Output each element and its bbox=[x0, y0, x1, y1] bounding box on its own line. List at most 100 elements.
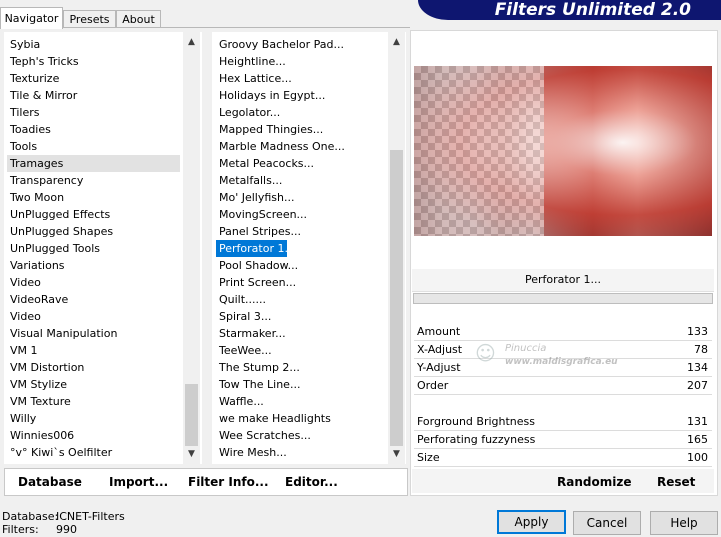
param-row[interactable]: Order 207 bbox=[414, 377, 712, 395]
scroll-up-icon[interactable]: ▲ bbox=[183, 34, 200, 51]
category-scrollbar[interactable]: ▲ ▼ bbox=[183, 32, 200, 464]
param-row[interactable]: Forground Brightness 131 bbox=[414, 413, 712, 431]
category-item[interactable]: VM Texture bbox=[7, 393, 180, 410]
category-item[interactable]: Video bbox=[7, 274, 180, 291]
filter-item[interactable]: Wee Scratches... bbox=[216, 427, 384, 444]
param-row[interactable]: X-Adjust 78 bbox=[414, 341, 712, 359]
category-item[interactable]: Visual Manipulation bbox=[7, 325, 180, 342]
filter-item[interactable]: Hex Lattice... bbox=[216, 70, 384, 87]
filter-item[interactable]: Starmaker... bbox=[216, 325, 384, 342]
category-item[interactable]: Tramages bbox=[7, 155, 180, 172]
title-banner: Filters Unlimited 2.0 bbox=[418, 0, 721, 20]
param-label: Amount bbox=[417, 325, 461, 338]
param-value[interactable]: 100 bbox=[687, 449, 708, 467]
scroll-down-icon[interactable]: ▼ bbox=[183, 446, 200, 463]
category-item[interactable]: Teph's Tricks bbox=[7, 53, 180, 70]
category-item[interactable]: Tools bbox=[7, 138, 180, 155]
category-item[interactable]: Sybia bbox=[7, 36, 180, 53]
param-value[interactable]: 207 bbox=[687, 377, 708, 395]
category-item[interactable]: Variations bbox=[7, 257, 180, 274]
param-row[interactable]: Amount 133 bbox=[414, 323, 712, 341]
scroll-down-icon[interactable]: ▼ bbox=[388, 446, 405, 463]
param-row[interactable]: Y-Adjust 134 bbox=[414, 359, 712, 377]
param-value[interactable]: 131 bbox=[687, 413, 708, 431]
apply-button[interactable]: Apply bbox=[497, 510, 566, 534]
progress-bar bbox=[413, 293, 713, 304]
randomize-button[interactable]: Randomize bbox=[557, 475, 631, 489]
filter-item[interactable]: Tow The Line... bbox=[216, 376, 384, 393]
filter-scrollbar[interactable]: ▲ ▼ bbox=[388, 32, 405, 464]
param-divider bbox=[414, 466, 712, 467]
param-row[interactable]: Perforating fuzzyness 165 bbox=[414, 431, 712, 449]
filter-item[interactable]: Heightline... bbox=[216, 53, 384, 70]
filter-list[interactable]: Groovy Bachelor Pad... Heightline... Hex L… bbox=[212, 32, 406, 464]
param-value[interactable]: 78 bbox=[694, 341, 708, 359]
status-filters-label: Filters: bbox=[2, 523, 39, 536]
category-item[interactable]: Winnies006 bbox=[7, 427, 180, 444]
param-divider bbox=[414, 394, 712, 395]
category-item[interactable]: Tile & Mirror bbox=[7, 87, 180, 104]
param-label: Size bbox=[417, 451, 440, 464]
parameter-list[interactable]: Amount 133 X-Adjust 78 Y-Adjust 134 Order 207 Fo… bbox=[414, 323, 712, 467]
filter-item[interactable]: we make Headlights bbox=[216, 410, 384, 427]
filter-item[interactable]: Mo' Jellyfish... bbox=[216, 189, 384, 206]
transparency-checker bbox=[414, 66, 544, 236]
param-row[interactable]: Size 100 bbox=[414, 449, 712, 467]
category-item[interactable]: VM Distortion bbox=[7, 359, 180, 376]
filter-item[interactable]: Print Screen... bbox=[216, 274, 384, 291]
cancel-button[interactable]: Cancel bbox=[573, 511, 641, 535]
reset-button[interactable]: Reset bbox=[657, 475, 695, 489]
category-item[interactable]: Tilers bbox=[7, 104, 180, 121]
filter-item[interactable]: The Stump 2... bbox=[216, 359, 384, 376]
tab-about[interactable]: About bbox=[116, 10, 161, 28]
help-button[interactable]: Help bbox=[650, 511, 718, 535]
category-item[interactable]: UnPlugged Tools bbox=[7, 240, 180, 257]
filter-item[interactable]: Panel Stripes... bbox=[216, 223, 384, 240]
param-value[interactable]: 133 bbox=[687, 323, 708, 341]
category-item[interactable]: VM 1 bbox=[7, 342, 180, 359]
filter-item[interactable]: Legolator... bbox=[216, 104, 384, 121]
filter-item[interactable]: Metalfalls... bbox=[216, 172, 384, 189]
filter-item[interactable]: Holidays in Egypt... bbox=[216, 87, 384, 104]
scroll-up-icon[interactable]: ▲ bbox=[388, 34, 405, 51]
category-item[interactable]: VM Stylize bbox=[7, 376, 180, 393]
filter-item[interactable]: Spiral 3... bbox=[216, 308, 384, 325]
filter-item[interactable]: Woven Rattan... bbox=[216, 461, 384, 464]
category-item[interactable]: Texturize bbox=[7, 70, 180, 87]
filter-item[interactable]: Mapped Thingies... bbox=[216, 121, 384, 138]
tab-navigator[interactable]: Navigator bbox=[0, 7, 63, 29]
filter-item[interactable]: Wire Mesh... bbox=[216, 444, 384, 461]
filter-item[interactable]: Waffle... bbox=[216, 393, 384, 410]
category-item[interactable]: Toadies bbox=[7, 121, 180, 138]
filter-scroll-thumb[interactable] bbox=[390, 150, 403, 446]
category-list[interactable]: Sybia Teph's Tricks Texturize Tile & Mirror… bbox=[4, 32, 202, 464]
param-label: Forground Brightness bbox=[417, 415, 536, 428]
param-value[interactable]: 165 bbox=[687, 431, 708, 449]
category-item[interactable]: Video bbox=[7, 308, 180, 325]
category-item[interactable]: °v° Kiwi`s Oelfilter bbox=[7, 444, 180, 461]
right-button-bar: Randomize Reset bbox=[412, 469, 714, 493]
import-button[interactable]: Import... bbox=[109, 475, 168, 489]
editor-button[interactable]: Editor... bbox=[285, 475, 338, 489]
filter-info-button[interactable]: Filter Info... bbox=[188, 475, 269, 489]
left-button-bar: Database Import... Filter Info... Editor… bbox=[4, 468, 408, 496]
filter-item[interactable]: MovingScreen... bbox=[216, 206, 384, 223]
tab-presets[interactable]: Presets bbox=[63, 10, 116, 28]
filter-item[interactable]: TeeWee... bbox=[216, 342, 384, 359]
filter-item[interactable]: Perforator 1... bbox=[216, 240, 295, 257]
category-item[interactable]: Two Moon bbox=[7, 189, 180, 206]
filter-item[interactable]: Metal Peacocks... bbox=[216, 155, 384, 172]
filter-item[interactable]: Pool Shadow... bbox=[216, 257, 384, 274]
param-value[interactable]: 134 bbox=[687, 359, 708, 377]
filter-item[interactable]: Groovy Bachelor Pad... bbox=[216, 36, 384, 53]
preview-image bbox=[414, 66, 712, 236]
category-item[interactable]: UnPlugged Effects bbox=[7, 206, 180, 223]
filter-item[interactable]: Marble Madness One... bbox=[216, 138, 384, 155]
category-scroll-thumb[interactable] bbox=[185, 384, 198, 446]
category-item[interactable]: Willy bbox=[7, 410, 180, 427]
category-item[interactable]: Transparency bbox=[7, 172, 180, 189]
database-button[interactable]: Database bbox=[18, 475, 82, 489]
category-item[interactable]: VideoRave bbox=[7, 291, 180, 308]
category-item[interactable]: UnPlugged Shapes bbox=[7, 223, 180, 240]
filter-item[interactable]: Quilt...... bbox=[216, 291, 384, 308]
